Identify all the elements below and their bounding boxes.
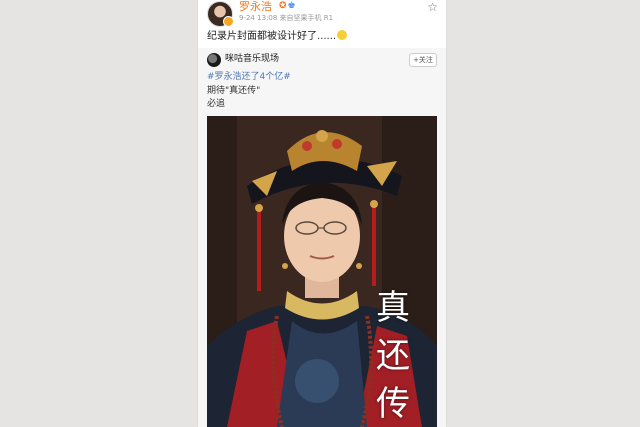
post-header: 罗永浩 ✪♚ 9-24 13:08 来自坚果手机 R1 ☆ [198,0,446,27]
repost-text-line: 期待"真还传" [207,86,261,96]
repost-source-avatar[interactable] [207,53,221,67]
username[interactable]: 罗永浩 [239,0,272,13]
vip-badge-icon: ✪ [279,1,287,11]
verified-badge-icon [223,16,234,27]
weibo-post-screen: 罗永浩 ✪♚ 9-24 13:08 来自坚果手机 R1 ☆ 纪录片封面都被设计好… [198,0,446,427]
follow-button[interactable]: +关注 [409,53,437,67]
poster-title: 真还传 [376,288,410,424]
laughing-emoji-icon [337,30,348,40]
member-badge-icon: ♚ [287,1,296,11]
post-text: 纪录片封面都被设计好了...... [207,30,348,43]
repost-text-line: 必追 [207,99,226,109]
post-meta: 9-24 13:08 来自坚果手机 R1 [239,14,334,22]
poster-image[interactable]: 真还传 [207,116,437,427]
favorite-star-icon[interactable]: ☆ [427,1,438,13]
repost-source-name[interactable]: 咪咕音乐现场 [225,54,279,65]
post-text-content: 纪录片封面都被设计好了...... [207,31,337,42]
reposted-card[interactable]: 咪咕音乐现场 +关注 #罗永浩还了4个亿# 期待"真还传" 必追 真还传 [198,48,446,427]
hashtag-link[interactable]: #罗永浩还了4个亿# [207,72,291,83]
user-badges: ✪♚ [279,1,296,12]
